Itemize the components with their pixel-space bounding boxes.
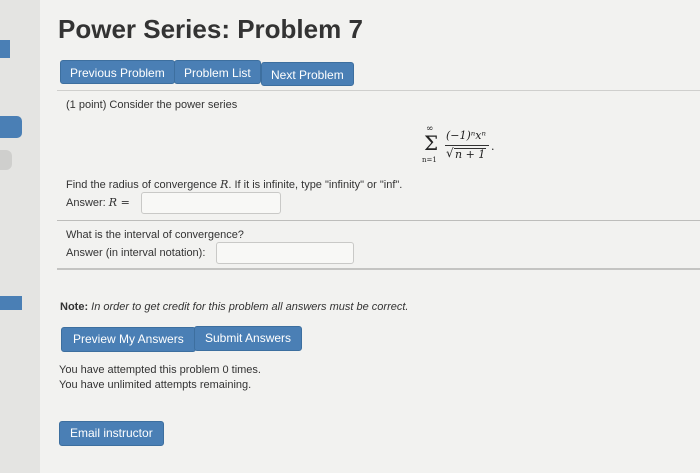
next-problem-button[interactable]: Next Problem bbox=[261, 62, 354, 86]
section-divider bbox=[57, 268, 700, 270]
submit-answers-button[interactable]: Submit Answers bbox=[194, 326, 303, 351]
sum-symbol: Σ bbox=[424, 131, 439, 155]
note-text: In order to get credit for this problem … bbox=[88, 301, 409, 313]
attempts-remaining: You have unlimited attempts remaining. bbox=[59, 379, 252, 391]
radius-answer-input[interactable] bbox=[141, 192, 281, 214]
attempts-count: You have attempted this problem 0 times. bbox=[59, 364, 261, 376]
interval-answer-input[interactable] bbox=[216, 242, 354, 264]
note-label: Note: bbox=[60, 301, 89, 313]
root-icon: √ bbox=[446, 146, 454, 160]
series-formula: ∞ Σ n=1 (−1)ⁿxⁿ √ n + 1 . bbox=[420, 124, 500, 169]
page-title: Power Series: Problem 7 bbox=[58, 14, 363, 44]
interval-question: What is the interval of convergence? bbox=[66, 229, 244, 241]
series-denominator: n + 1 bbox=[455, 148, 486, 161]
radius-question: Find the radius of convergence R. If it … bbox=[66, 178, 402, 191]
problem-list-button[interactable]: Problem List bbox=[174, 60, 261, 84]
sidebar-tab[interactable] bbox=[0, 296, 22, 310]
sum-lower-limit: n=1 bbox=[422, 156, 437, 164]
answer-label-text: Answer: bbox=[66, 197, 109, 209]
left-sidebar-edge bbox=[0, 0, 41, 473]
radius-question-text: Find the radius of convergence bbox=[66, 179, 221, 191]
preview-answers-button[interactable]: Preview My Answers bbox=[61, 327, 196, 352]
section-divider bbox=[57, 220, 700, 221]
email-instructor-button[interactable]: Email instructor bbox=[59, 421, 164, 446]
radius-answer-label: Answer: R = bbox=[66, 196, 130, 209]
sidebar-tab[interactable] bbox=[0, 40, 10, 58]
previous-problem-button[interactable]: Previous Problem bbox=[60, 60, 175, 84]
sidebar-tab-inactive[interactable] bbox=[0, 150, 12, 170]
series-numerator: (−1)ⁿxⁿ bbox=[446, 129, 486, 142]
answer-variable: R bbox=[108, 196, 118, 209]
formula-period: . bbox=[491, 140, 495, 153]
note-line: Note: In order to get credit for this pr… bbox=[60, 301, 408, 313]
answer-equals: = bbox=[117, 196, 130, 209]
sidebar-tab-active[interactable] bbox=[0, 116, 22, 138]
interval-answer-label: Answer (in interval notation): bbox=[66, 247, 206, 259]
problem-intro: (1 point) Consider the power series bbox=[66, 99, 238, 111]
radius-question-rest: . If it is infinite, type "infinity" or … bbox=[228, 179, 403, 191]
